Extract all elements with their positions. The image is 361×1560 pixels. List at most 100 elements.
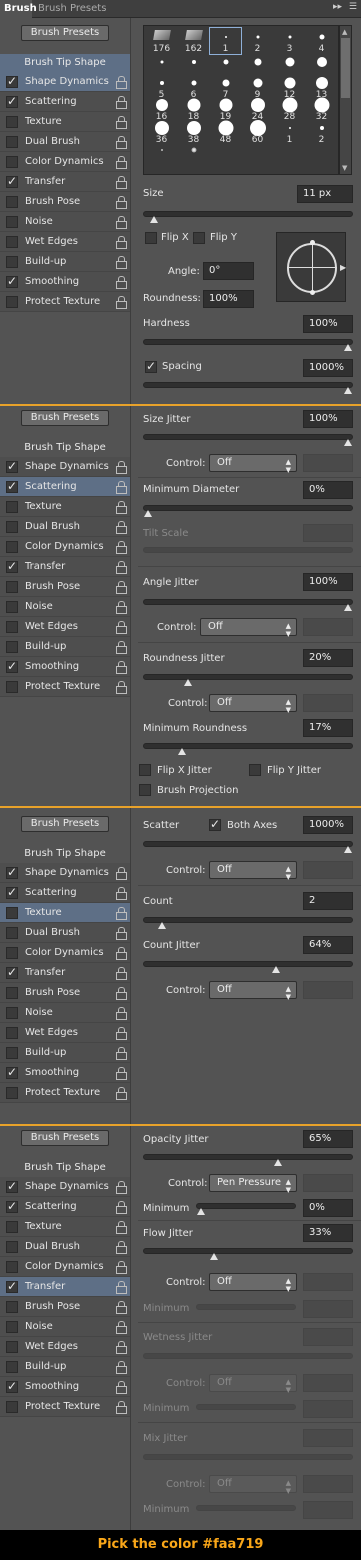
lock-icon[interactable] xyxy=(116,1261,127,1274)
lock-icon[interactable] xyxy=(116,96,127,109)
sidebar-checkbox[interactable] xyxy=(6,1261,18,1273)
sidebar-checkbox[interactable] xyxy=(6,1379,18,1393)
opacity-jitter-slider[interactable] xyxy=(143,1154,353,1166)
brush-tip-cell[interactable] xyxy=(178,141,209,167)
sidebar-item-texture[interactable]: Texture xyxy=(0,497,130,517)
sidebar-item-color-dynamics[interactable]: Color Dynamics xyxy=(0,152,130,172)
lock-icon[interactable] xyxy=(116,987,127,1000)
lock-icon[interactable] xyxy=(116,1221,127,1234)
sidebar-checkbox[interactable] xyxy=(6,501,18,513)
sidebar-item-protect-texture[interactable]: Protect Texture xyxy=(0,677,130,697)
lock-icon[interactable] xyxy=(116,1027,127,1040)
sidebar-item-color-dynamics[interactable]: Color Dynamics xyxy=(0,1257,130,1277)
sidebar-checkbox[interactable] xyxy=(6,256,18,268)
sidebar-checkbox[interactable] xyxy=(6,216,18,228)
lock-icon[interactable] xyxy=(116,196,127,209)
sidebar-item-smoothing[interactable]: Smoothing xyxy=(0,1377,130,1397)
min-diameter-field[interactable]: 0% xyxy=(303,481,353,499)
sidebar-item-color-dynamics[interactable]: Color Dynamics xyxy=(0,943,130,963)
brush-tip-cell[interactable]: 48 xyxy=(210,119,241,145)
minimum-knob[interactable] xyxy=(197,1208,205,1215)
sidebar-checkbox[interactable] xyxy=(6,74,18,88)
flip-x-checkbox[interactable] xyxy=(145,232,157,244)
lock-icon[interactable] xyxy=(116,76,127,89)
hardness-field[interactable]: 100% xyxy=(303,315,353,333)
lock-icon[interactable] xyxy=(116,1301,127,1314)
lock-icon[interactable] xyxy=(116,481,127,494)
angle-arrow-icon[interactable]: ▶ xyxy=(340,263,346,272)
lock-icon[interactable] xyxy=(116,1321,127,1334)
angle-roundness-widget[interactable]: ▶ xyxy=(276,232,346,302)
sidebar-item-noise[interactable]: Noise xyxy=(0,1003,130,1023)
grid-scrollbar[interactable]: ▲ ▼ xyxy=(339,25,352,175)
sidebar-checkbox[interactable] xyxy=(6,1087,18,1099)
size-field[interactable]: 11 px xyxy=(297,185,353,203)
lock-icon[interactable] xyxy=(116,867,127,880)
scatter-field[interactable]: 1000% xyxy=(303,816,353,834)
angle-jitter-slider[interactable] xyxy=(143,599,353,611)
sidebar-item-smoothing[interactable]: Smoothing xyxy=(0,272,130,292)
control-select[interactable]: Off ▲ ▼ xyxy=(209,981,297,1001)
tab-brush[interactable]: Brush xyxy=(0,0,37,18)
control-select[interactable]: Off ▲ ▼ xyxy=(209,1273,297,1293)
sidebar-checkbox[interactable] xyxy=(6,947,18,959)
minimum-slider[interactable] xyxy=(196,1203,296,1215)
spacing-knob[interactable] xyxy=(344,387,352,394)
size-jitter-field[interactable]: 100% xyxy=(303,410,353,428)
scroll-thumb[interactable] xyxy=(341,38,350,98)
sidebar-item-smoothing[interactable]: Smoothing xyxy=(0,657,130,677)
lock-icon[interactable] xyxy=(116,661,127,674)
sidebar-checkbox[interactable] xyxy=(6,559,18,573)
lock-icon[interactable] xyxy=(116,216,127,229)
brush-tip-cell[interactable]: 1 xyxy=(274,119,305,145)
lock-icon[interactable] xyxy=(116,907,127,920)
lock-icon[interactable] xyxy=(116,116,127,129)
brush-tip-shape-item[interactable]: Brush Tip Shape xyxy=(0,1159,130,1177)
lock-icon[interactable] xyxy=(116,541,127,554)
min-roundness-slider[interactable] xyxy=(143,743,353,755)
sidebar-item-protect-texture[interactable]: Protect Texture xyxy=(0,292,130,312)
sidebar-checkbox[interactable] xyxy=(6,865,18,879)
lock-icon[interactable] xyxy=(116,236,127,249)
size-jitter-slider[interactable] xyxy=(143,434,353,446)
lock-icon[interactable] xyxy=(116,1087,127,1100)
sidebar-checkbox[interactable] xyxy=(6,521,18,533)
sidebar-item-color-dynamics[interactable]: Color Dynamics xyxy=(0,537,130,557)
roundness-jitter-field[interactable]: 20% xyxy=(303,649,353,667)
spacing-slider[interactable] xyxy=(143,382,353,394)
lock-icon[interactable] xyxy=(116,1067,127,1080)
sidebar-checkbox[interactable] xyxy=(6,1321,18,1333)
sidebar-checkbox[interactable] xyxy=(6,1401,18,1413)
minimum-field[interactable]: 0% xyxy=(303,1199,353,1217)
sidebar-item-texture[interactable]: Texture xyxy=(0,1217,130,1237)
flip-x-jitter-checkbox[interactable] xyxy=(139,764,151,776)
brush-tip-cell[interactable]: 176 xyxy=(146,28,177,54)
lock-icon[interactable] xyxy=(116,967,127,980)
sidebar-checkbox[interactable] xyxy=(6,965,18,979)
sidebar-item-transfer[interactable]: Transfer xyxy=(0,557,130,577)
brush-presets-button[interactable]: Brush Presets xyxy=(21,1130,109,1146)
lock-icon[interactable] xyxy=(116,1181,127,1194)
scroll-up-icon[interactable]: ▲ xyxy=(342,28,347,36)
brush-tip-cell[interactable]: 2 xyxy=(306,119,337,145)
brush-tip-cell[interactable]: 162 xyxy=(178,28,209,54)
lock-icon[interactable] xyxy=(116,256,127,269)
sidebar-checkbox[interactable] xyxy=(6,907,18,919)
lock-icon[interactable] xyxy=(116,461,127,474)
roundness-jitter-slider[interactable] xyxy=(143,674,353,686)
lock-icon[interactable] xyxy=(116,887,127,900)
sidebar-item-scattering[interactable]: Scattering xyxy=(0,477,130,497)
brush-tip-shape-item[interactable]: Brush Tip Shape xyxy=(0,439,130,457)
sidebar-item-protect-texture[interactable]: Protect Texture xyxy=(0,1083,130,1103)
lock-icon[interactable] xyxy=(116,1281,127,1294)
roundness-handle-top[interactable] xyxy=(310,240,315,245)
brush-tip-cell[interactable]: 1 xyxy=(209,27,242,55)
sidebar-item-dual-brush[interactable]: Dual Brush xyxy=(0,923,130,943)
lock-icon[interactable] xyxy=(116,1361,127,1374)
sidebar-checkbox[interactable] xyxy=(6,659,18,673)
lock-icon[interactable] xyxy=(116,601,127,614)
scatter-slider[interactable] xyxy=(143,841,353,853)
sidebar-item-protect-texture[interactable]: Protect Texture xyxy=(0,1397,130,1417)
sidebar-checkbox[interactable] xyxy=(6,1361,18,1373)
sidebar-checkbox[interactable] xyxy=(6,1279,18,1293)
